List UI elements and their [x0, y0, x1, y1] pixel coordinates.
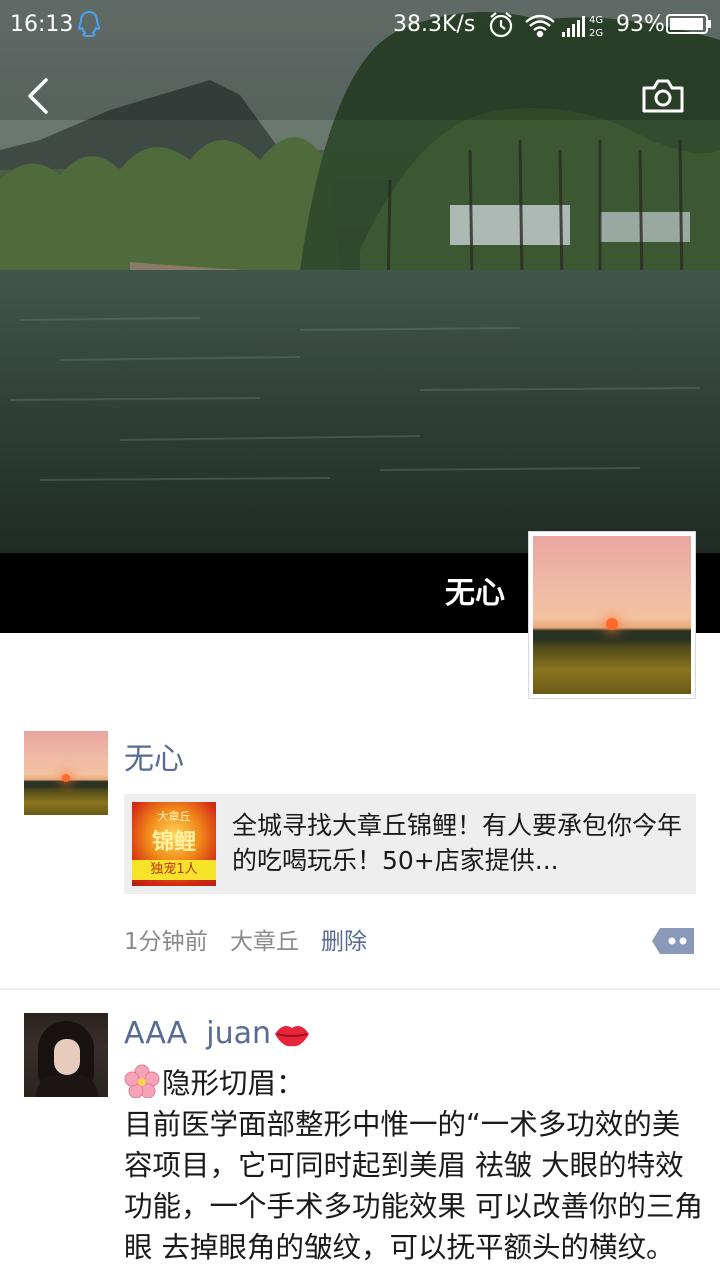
post-author-name[interactable]: 无心 [124, 734, 184, 778]
cover-landscape [0, 0, 720, 553]
link-title: 全城寻找大章丘锦鲤！有人要承包你今年的吃喝玩乐！50+店家提供... [232, 811, 682, 875]
thumb-banner: 独宠1人 [132, 860, 216, 880]
post-time: 1分钟前 [124, 929, 208, 955]
svg-text:2G: 2G [589, 28, 603, 39]
status-bar: 16:13 38.3K/s 4G 2G 93% [0, 0, 720, 50]
post-divider [0, 988, 720, 990]
alarm-icon [489, 12, 513, 38]
status-time: 16:13 [10, 12, 74, 37]
post-author-avatar[interactable] [24, 731, 108, 815]
lips-icon [275, 1025, 310, 1046]
back-button[interactable] [22, 76, 58, 116]
flower-icon [124, 1064, 160, 1098]
status-battery-percent: 93% [616, 12, 665, 37]
camera-icon[interactable] [640, 76, 686, 116]
post-author-name[interactable]: AAA juan [124, 1016, 271, 1051]
link-thumbnail: 大章丘 锦鲤 独宠1人 [132, 802, 216, 886]
post-author-avatar[interactable] [24, 1013, 108, 1097]
more-dots-icon[interactable] [652, 926, 696, 956]
cover-photo[interactable] [0, 0, 720, 553]
delete-button[interactable]: 删除 [321, 922, 367, 956]
status-net-speed: 38.3K/s [393, 12, 476, 37]
signal-icon [562, 16, 585, 37]
status-icons: 4G 2G [489, 12, 603, 39]
thumb-caption: 大章丘 [157, 810, 191, 823]
post-location[interactable]: 大章丘 [230, 922, 299, 956]
battery-icon [666, 14, 711, 34]
post-author-name-row[interactable]: AAA juan [124, 1016, 311, 1051]
shared-link-card[interactable]: 大章丘 锦鲤 独宠1人 全城寻找大章丘锦鲤！有人要承包你今年的吃喝玩乐！50+店… [124, 794, 696, 894]
post-text: 隐形切眉： 目前医学面部整形中惟一的“一术多功效的美容项目，它可同时起到美眉 祛… [124, 1063, 704, 1268]
post-body-text: 目前医学面部整形中惟一的“一术多功效的美容项目，它可同时起到美眉 祛皱 大眼的特… [124, 1108, 704, 1264]
post-heading: 隐形切眉： [162, 1067, 305, 1100]
thumb-title: 锦鲤 [151, 830, 196, 855]
profile-avatar[interactable] [528, 531, 696, 699]
qq-icon [77, 10, 101, 37]
wifi-icon [525, 14, 555, 38]
cover-user-name: 无心 [445, 576, 505, 611]
svg-text:4G: 4G [589, 15, 603, 26]
